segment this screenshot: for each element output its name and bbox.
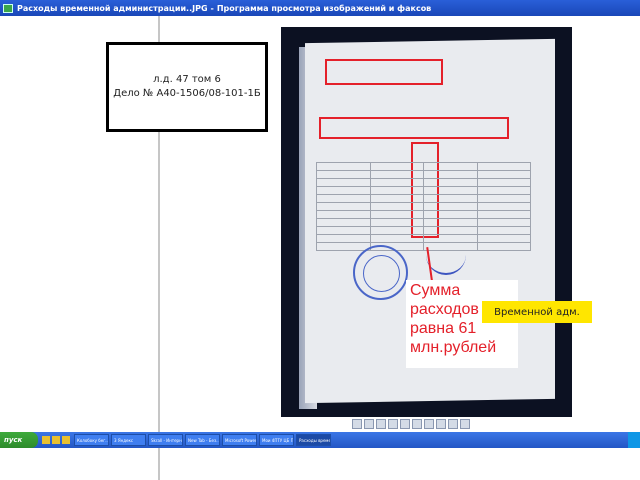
title-separator: - (210, 3, 214, 13)
image-viewer-icon (3, 3, 13, 13)
quick-launch-icon[interactable] (62, 436, 70, 444)
zoom-out-icon[interactable] (424, 419, 434, 429)
slideshow-icon[interactable] (400, 419, 410, 429)
case-number-label: Дело № А40-1506/08-101-1Б (113, 88, 261, 99)
previous-image-icon[interactable] (352, 419, 362, 429)
case-label-box: л.д. 47 том 6 Дело № А40-1506/08-101-1Б (106, 42, 268, 132)
taskbar-task[interactable]: Колобоку бег... (74, 434, 109, 446)
taskbar-task[interactable]: Microsoft Power... (222, 434, 257, 446)
quick-launch-icon[interactable] (52, 436, 60, 444)
zoom-in-icon[interactable] (412, 419, 422, 429)
taskbar-task[interactable]: Skrall - Интерна... (148, 434, 183, 446)
start-button[interactable]: пуск (0, 432, 38, 448)
taskbar-task[interactable]: 3 Яндекс (111, 434, 146, 446)
taskbar-task[interactable]: New Tab - Без... (185, 434, 220, 446)
actual-size-icon[interactable] (388, 419, 398, 429)
window-app-name: Программа просмотра изображений и факсов (216, 3, 432, 13)
highlight-org-name (325, 59, 443, 85)
taskbar-task[interactable]: Мои 4ПТУ ЦБ П... (259, 434, 294, 446)
quick-launch (42, 436, 70, 444)
rotate-cw-icon[interactable] (436, 419, 446, 429)
taskbar-task-active[interactable]: Расходы време... (296, 434, 331, 446)
case-volume-label: л.д. 47 том 6 (153, 74, 221, 85)
taskbar: пуск Колобоку бег... 3 Яндекс Skrall - И… (0, 432, 640, 448)
delete-icon[interactable] (460, 419, 470, 429)
next-image-icon[interactable] (364, 419, 374, 429)
system-tray[interactable] (628, 432, 640, 448)
official-stamp (353, 245, 408, 300)
best-fit-icon[interactable] (376, 419, 386, 429)
viewer-toolbar (352, 418, 472, 430)
callout-line: Сумма (410, 282, 461, 299)
window-title: Расходы временной администрации..JPG (17, 3, 208, 13)
expense-ledger-table (316, 162, 531, 251)
temporary-admin-badge: Временной адм. (482, 301, 592, 323)
window-title-bar[interactable]: Расходы временной администрации..JPG - П… (0, 0, 640, 16)
callout-line: млн.рублей (410, 339, 497, 356)
quick-launch-icon[interactable] (42, 436, 50, 444)
expense-callout: Сумма расходов равна 61 млн.рублей (406, 280, 518, 368)
highlight-report-title (319, 117, 509, 139)
rotate-ccw-icon[interactable] (448, 419, 458, 429)
